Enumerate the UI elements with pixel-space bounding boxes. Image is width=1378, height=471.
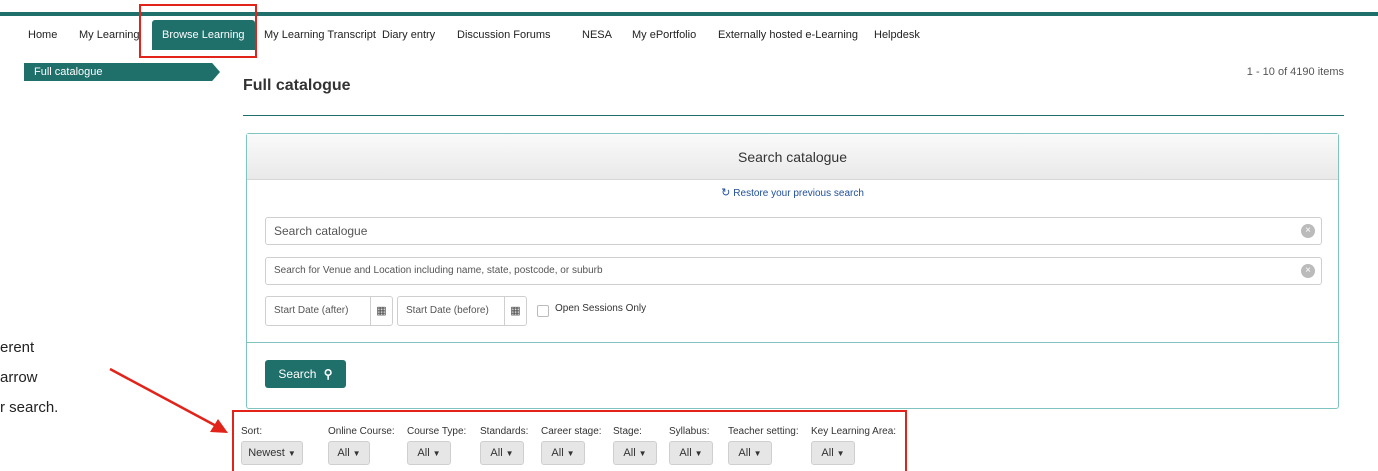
annotation-arrow-icon (109, 367, 228, 433)
